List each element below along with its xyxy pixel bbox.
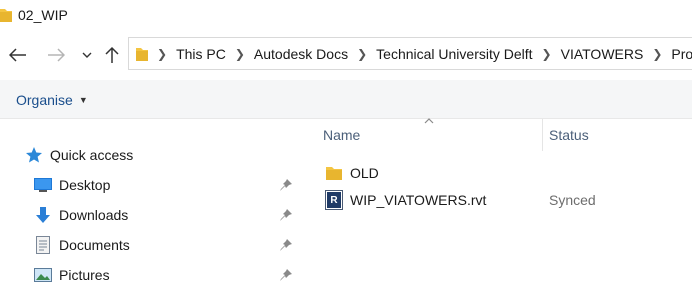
back-button[interactable] bbox=[7, 44, 29, 66]
file-name: WIP_VIATOWERS.rvt bbox=[350, 192, 487, 208]
sidebar-item-desktop[interactable]: Desktop bbox=[34, 173, 110, 197]
sidebar-item-pictures[interactable]: Pictures bbox=[34, 263, 110, 287]
document-icon bbox=[34, 236, 52, 254]
folder-icon bbox=[325, 163, 343, 183]
column-header-status[interactable]: Status bbox=[549, 119, 589, 151]
arrow-right-icon bbox=[48, 48, 65, 62]
breadcrumb-item[interactable]: Autodesk Docs bbox=[254, 46, 348, 62]
forward-button[interactable] bbox=[45, 44, 67, 66]
folder-icon bbox=[0, 7, 12, 28]
chevron-down-icon bbox=[82, 52, 92, 58]
caret-down-icon: ▼ bbox=[78, 95, 88, 105]
revit-file-icon: R bbox=[325, 190, 343, 210]
arrow-left-icon bbox=[9, 48, 26, 62]
sidebar-item-label: Quick access bbox=[50, 147, 134, 163]
column-divider[interactable] bbox=[542, 119, 543, 151]
status-cell: Synced bbox=[549, 192, 596, 208]
sidebar-item-label: Desktop bbox=[59, 177, 111, 193]
sidebar-item-downloads[interactable]: Downloads bbox=[34, 203, 128, 227]
star-icon bbox=[25, 146, 43, 164]
organise-label: Organise bbox=[16, 92, 73, 108]
svg-text:R: R bbox=[330, 195, 338, 206]
sidebar-item-label: Downloads bbox=[59, 207, 129, 223]
breadcrumb-item[interactable]: VIATOWERS bbox=[561, 46, 644, 62]
command-bar: Organise ▼ bbox=[0, 80, 692, 119]
download-arrow-icon bbox=[34, 206, 52, 224]
chevron-right-icon[interactable]: ❯ bbox=[235, 47, 245, 61]
list-item[interactable]: R WIP_VIATOWERS.rvt bbox=[325, 188, 486, 212]
up-button[interactable] bbox=[101, 44, 123, 66]
chevron-right-icon[interactable]: ❯ bbox=[542, 47, 552, 61]
file-name: OLD bbox=[350, 165, 379, 181]
pin-icon[interactable] bbox=[279, 238, 293, 252]
organise-button[interactable]: Organise ▼ bbox=[16, 92, 88, 108]
desktop-icon bbox=[34, 176, 52, 194]
pin-icon[interactable] bbox=[279, 268, 293, 282]
chevron-right-icon[interactable]: ❯ bbox=[357, 47, 367, 61]
sort-ascending-icon bbox=[424, 118, 434, 124]
window-title: 02_WIP bbox=[18, 7, 68, 23]
chevron-right-icon[interactable]: ❯ bbox=[652, 47, 662, 61]
address-bar[interactable]: ❯ This PC ❯ Autodesk Docs ❯ Technical Un… bbox=[128, 37, 692, 70]
column-header-name[interactable]: Name bbox=[323, 119, 360, 151]
folder-icon bbox=[136, 46, 148, 62]
breadcrumb-item[interactable]: This PC bbox=[176, 46, 226, 62]
pin-icon[interactable] bbox=[279, 208, 293, 222]
pin-icon[interactable] bbox=[279, 178, 293, 192]
recent-locations-button[interactable] bbox=[76, 44, 98, 66]
sidebar-item-quick-access[interactable]: Quick access bbox=[25, 143, 133, 167]
arrow-up-icon bbox=[105, 46, 119, 63]
sidebar-item-label: Documents bbox=[59, 237, 130, 253]
breadcrumb-item[interactable]: Proj bbox=[671, 46, 692, 62]
list-item[interactable]: OLD bbox=[325, 161, 379, 185]
breadcrumb-item[interactable]: Technical University Delft bbox=[376, 46, 532, 62]
picture-icon bbox=[34, 266, 52, 284]
title-bar: 02_WIP bbox=[0, 0, 692, 32]
sidebar-item-label: Pictures bbox=[59, 267, 110, 283]
chevron-right-icon[interactable]: ❯ bbox=[157, 47, 167, 61]
sidebar-item-documents[interactable]: Documents bbox=[34, 233, 130, 257]
